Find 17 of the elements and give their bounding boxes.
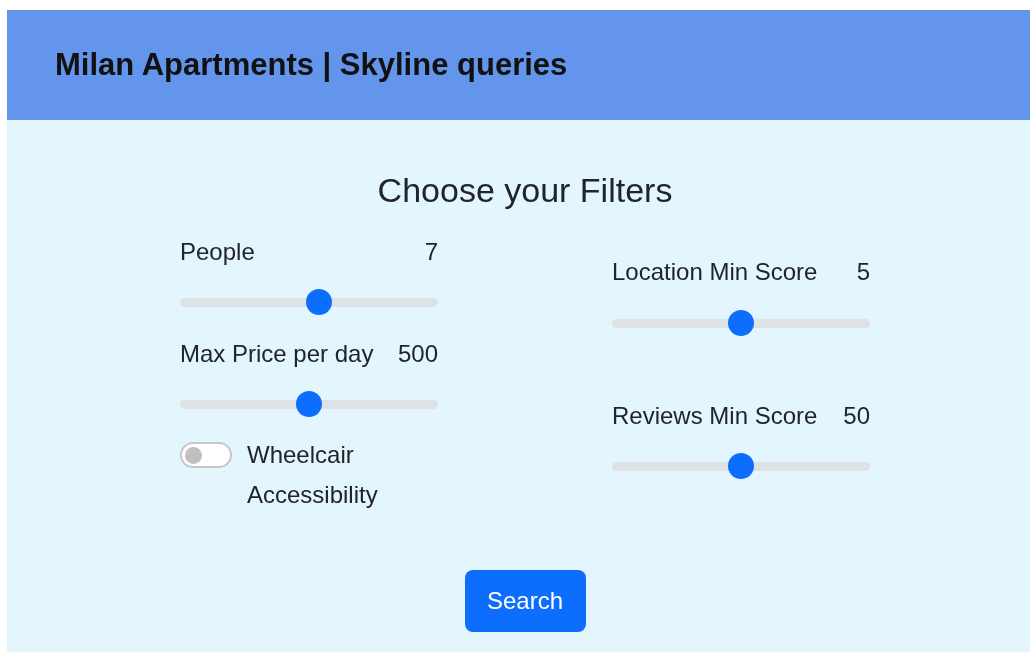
filters-heading: Choose your Filters (376, 170, 674, 210)
slider[interactable] (180, 391, 438, 417)
slider[interactable] (612, 310, 870, 336)
filter-label: People (180, 237, 255, 267)
slider[interactable] (180, 289, 438, 315)
toggle-switch[interactable] (180, 442, 232, 468)
app-title: Milan Apartments | Skyline queries (55, 45, 568, 84)
filter-value: 5 (856, 257, 870, 287)
search-button[interactable]: Search (464, 570, 586, 632)
switch-label: Wheelcair Accessibility (247, 440, 379, 510)
filter-label: Max Price per day (180, 339, 374, 369)
filter-value: 7 (424, 237, 438, 267)
filter-label: Reviews Min Score (612, 401, 818, 431)
slider[interactable] (612, 453, 870, 479)
filter-value: 500 (397, 339, 438, 369)
filter-value: 50 (843, 401, 870, 431)
filter-label: Location Min Score (612, 257, 818, 287)
